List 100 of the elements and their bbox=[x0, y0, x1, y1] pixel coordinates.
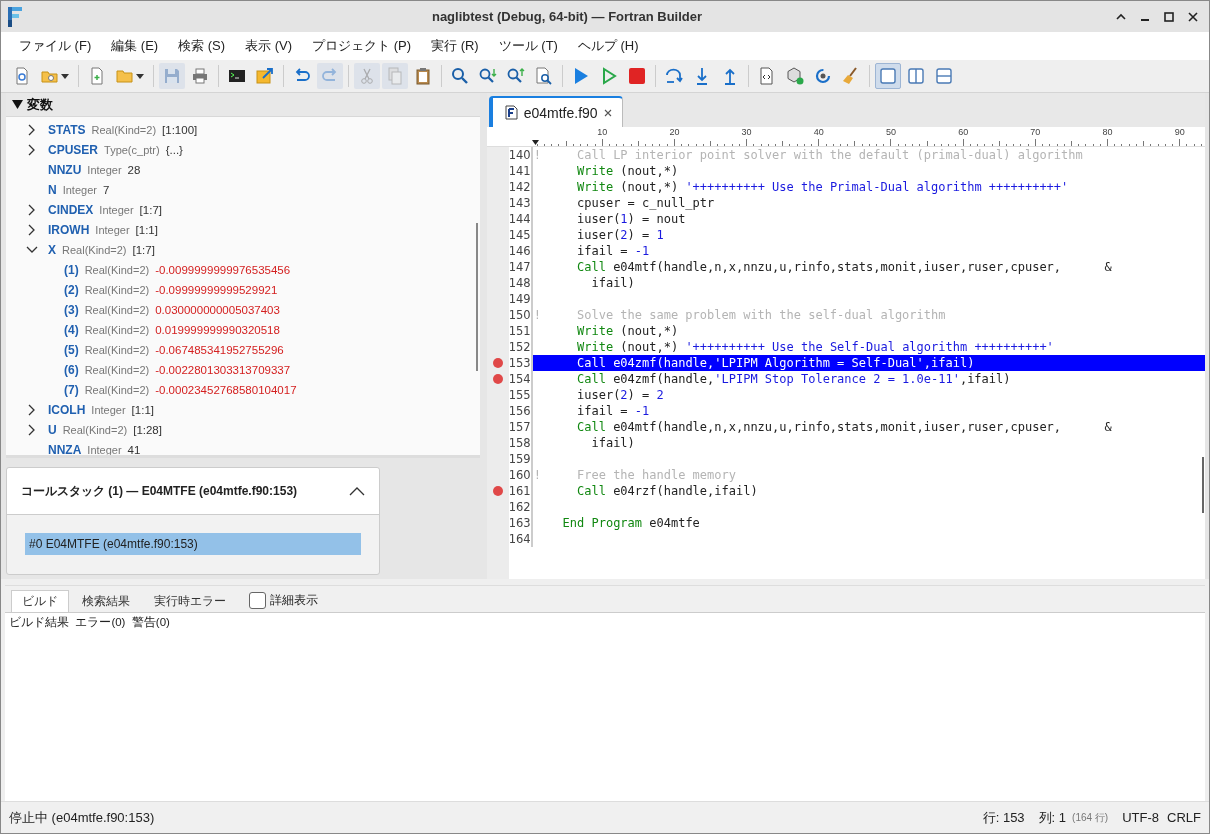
variable-type: Real(Kind=2) bbox=[62, 244, 127, 256]
code-line: Call e04zmf(handle,'LPIPM Stop Tolerance 2 = 1.0e-11',ifail) bbox=[576, 371, 1012, 387]
variable-value: -0.09999999999529921 bbox=[155, 284, 278, 296]
line-number: 158 bbox=[508, 435, 533, 451]
variable-name: (5) bbox=[64, 343, 79, 357]
build-result-text: ビルド結果 エラー(0) 警告(0) bbox=[8, 615, 171, 630]
arrow-out-icon bbox=[256, 67, 274, 85]
chevron-right-icon[interactable] bbox=[28, 204, 36, 216]
chevron-right-icon[interactable] bbox=[28, 144, 36, 156]
search-icon bbox=[451, 67, 469, 85]
encoding: UTF-8 bbox=[1122, 810, 1160, 825]
maximize-icon bbox=[1164, 11, 1174, 22]
output-tab[interactable]: 実行時エラー bbox=[143, 590, 237, 612]
variable-type: Integer bbox=[99, 204, 134, 216]
variable-name: (7) bbox=[64, 383, 79, 397]
breakpoint-icon[interactable] bbox=[492, 486, 503, 496]
variable-type: Integer bbox=[91, 404, 126, 416]
variable-value: -0.0022801303313709337 bbox=[155, 364, 291, 376]
code-line: ifail = -1 bbox=[576, 403, 651, 419]
line-count: (164 行) bbox=[1072, 810, 1109, 825]
variable-value: 0.030000000005037403 bbox=[155, 304, 280, 316]
checkbox[interactable] bbox=[249, 591, 266, 609]
line-number: 163 bbox=[508, 515, 533, 531]
variable-name: NNZA bbox=[48, 443, 82, 455]
minimize-icon bbox=[1141, 18, 1149, 21]
variable-value: 7 bbox=[102, 184, 110, 196]
menu-item[interactable]: ファイル (F) bbox=[9, 33, 102, 59]
menu-item[interactable]: プロジェクト (P) bbox=[302, 33, 422, 59]
panel-header[interactable]: 変数 bbox=[6, 93, 480, 117]
hexagon-plus-icon bbox=[786, 67, 804, 85]
variable-type: Integer bbox=[87, 164, 122, 176]
variable-type: Real(Kind=2) bbox=[91, 124, 157, 136]
search-up-icon bbox=[507, 67, 525, 85]
code-line: Call e04mtf(handle,n,x,nnzu,u,rinfo,stats,monit,iuser,ruser,cpuser, & bbox=[576, 419, 1113, 435]
code-line: iuser(2) = 1 bbox=[576, 227, 665, 243]
line-number: 159 bbox=[508, 451, 533, 467]
variable-name: (4) bbox=[64, 323, 79, 337]
printer-icon bbox=[191, 67, 209, 85]
two-columns-icon bbox=[907, 67, 925, 85]
menu-item[interactable]: 実行 (R) bbox=[421, 33, 489, 59]
line-number: 162 bbox=[508, 499, 533, 515]
chevron-up-icon bbox=[1116, 11, 1126, 22]
close-icon bbox=[1188, 11, 1198, 22]
breakpoint-icon[interactable] bbox=[492, 358, 503, 368]
copy-icon bbox=[386, 67, 404, 85]
ruler-label: 70 bbox=[1030, 127, 1041, 137]
indent-marker-icon[interactable] bbox=[531, 140, 539, 145]
terminal-icon bbox=[228, 67, 246, 85]
variable-type: Type(c_ptr) bbox=[104, 144, 160, 156]
line-number: 149 bbox=[508, 291, 533, 307]
variable-name: STATS bbox=[48, 123, 86, 137]
variable-name: N bbox=[48, 183, 57, 197]
variable-type: Real(Kind=2) bbox=[84, 284, 150, 296]
code-line: Call e04rzf(handle,ifail) bbox=[576, 483, 759, 499]
output-tab[interactable]: ビルド bbox=[11, 590, 69, 612]
tab-label: e04mtfe.f90 bbox=[523, 104, 598, 121]
editor-tab[interactable]: e04mtfe.f90 bbox=[488, 96, 623, 127]
variable-type: Integer bbox=[62, 184, 97, 196]
scrollbar[interactable] bbox=[1202, 457, 1204, 513]
chevron-right-icon[interactable] bbox=[28, 224, 36, 236]
variable-value: 0.019999999990320518 bbox=[155, 324, 280, 336]
line-number: 146 bbox=[508, 243, 533, 259]
variable-value: [1:1] bbox=[131, 404, 154, 416]
menu-item[interactable]: ヘルプ (H) bbox=[567, 33, 649, 59]
ruler-label: 60 bbox=[958, 127, 969, 137]
chevron-right-icon[interactable] bbox=[28, 424, 36, 436]
line-number: 142 bbox=[508, 179, 533, 195]
clipboard-icon bbox=[414, 67, 432, 85]
variable-name: ICOLH bbox=[48, 403, 86, 417]
variable-value: -0.00023452768580104017 bbox=[155, 384, 297, 396]
variable-value: -0.0099999999976535456 bbox=[155, 264, 291, 276]
search-down-icon bbox=[479, 67, 497, 85]
breakpoint-icon[interactable] bbox=[492, 374, 503, 384]
variable-value: 41 bbox=[127, 444, 141, 455]
variable-name: X bbox=[48, 243, 56, 257]
line-number: 143 bbox=[508, 195, 533, 211]
chevron-right-icon[interactable] bbox=[28, 124, 36, 136]
broom-icon bbox=[842, 67, 860, 85]
output-tab[interactable]: 検索結果 bbox=[71, 590, 141, 612]
menu-item[interactable]: ツール (T) bbox=[488, 33, 568, 59]
variable-name: IROWH bbox=[48, 223, 90, 237]
variable-value: {...} bbox=[165, 144, 183, 156]
chevron-right-icon[interactable] bbox=[28, 404, 36, 416]
ruler-label: 50 bbox=[886, 127, 896, 137]
variable-type: Real(Kind=2) bbox=[62, 424, 128, 436]
step-over-icon bbox=[665, 67, 683, 85]
variable-value: [1:1] bbox=[135, 224, 158, 236]
line-number: 147 bbox=[508, 259, 533, 275]
menu-item[interactable]: 表示 (V) bbox=[235, 33, 303, 59]
stack-frame[interactable]: #0 E04MTFE (e04mtfe.f90:153) bbox=[25, 533, 361, 555]
menu-item[interactable]: 検索 (S) bbox=[168, 33, 236, 59]
close-icon[interactable] bbox=[603, 108, 612, 117]
chevron-up-icon[interactable] bbox=[348, 486, 365, 496]
variable-type: Real(Kind=2) bbox=[84, 304, 150, 316]
chevron-down-icon[interactable] bbox=[26, 246, 38, 254]
menu-item[interactable]: 編集 (E) bbox=[101, 33, 169, 59]
line-number: 161 bbox=[508, 483, 533, 499]
ruler-label: 20 bbox=[669, 127, 680, 137]
ruler-label: 10 bbox=[597, 127, 608, 137]
scrollbar[interactable] bbox=[475, 223, 478, 371]
